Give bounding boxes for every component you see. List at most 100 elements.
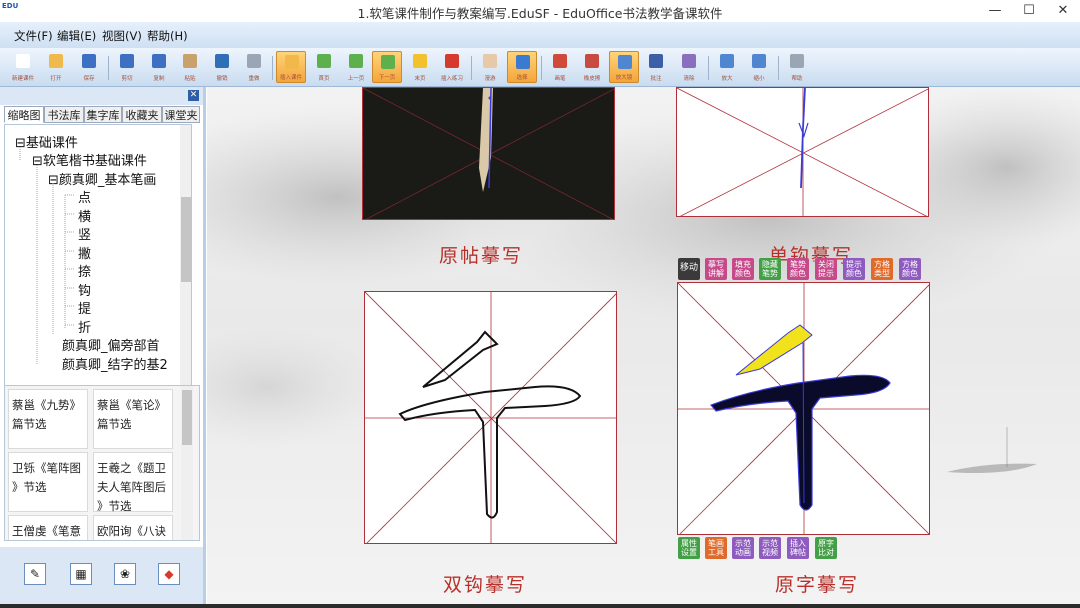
save-button[interactable]: 保存 (74, 51, 104, 83)
zoom-in-button[interactable]: 放大 (712, 51, 742, 83)
grid-color-button[interactable]: 方格颜色 (899, 258, 921, 280)
stamp-tool-button[interactable]: ❀ (114, 563, 136, 585)
tab-classroom[interactable]: 课堂夹 (162, 106, 200, 123)
card-line: 》节选 (97, 499, 132, 513)
tab-calligraphy-library[interactable]: 书法库 (44, 106, 84, 123)
hide-stroke-direction-button[interactable]: 隐藏笔势 (759, 258, 781, 280)
insert-folder-icon (285, 55, 299, 69)
card-item[interactable]: 欧阳询《八诀 (93, 515, 173, 540)
ink-wash-background (207, 87, 1080, 473)
scrollbar-thumb[interactable] (181, 197, 191, 282)
main-canvas[interactable]: 原帖摹写 单钩摹写 双钩摹写 原字摹写 移动 摹写讲解 填充颜色 隐藏笔势 笔势… (207, 87, 1080, 604)
tree-vertical-scrollbar[interactable] (180, 125, 191, 395)
caption-double-hook: 双钩摹写 (443, 574, 528, 596)
select-button[interactable]: 选择 (507, 51, 537, 83)
card-line: 王僧虔《笔意 (12, 524, 81, 538)
brush-button[interactable]: 画笔 (545, 51, 575, 83)
help-icon (790, 54, 804, 68)
maximize-button[interactable]: ☐ (1012, 0, 1046, 22)
tb-label: 橡皮擦 (583, 76, 601, 82)
insert-exercise-button[interactable]: 插入练习 (437, 51, 467, 83)
demo-animation-button[interactable]: 示范动画 (732, 537, 754, 559)
original-character-box[interactable] (677, 282, 930, 535)
properties-button[interactable]: 属性设置 (678, 537, 700, 559)
minimize-button[interactable]: — (978, 0, 1012, 22)
compare-original-button[interactable]: 原字比对 (815, 537, 837, 559)
help-button[interactable]: 帮助 (782, 51, 812, 83)
tb-label: 撤销 (216, 76, 228, 82)
tracing-explain-button[interactable]: 摹写讲解 (705, 258, 727, 280)
cards-vertical-scrollbar[interactable] (181, 386, 193, 540)
scrollbar-thumb[interactable] (182, 390, 192, 445)
redo-button[interactable]: 重做 (239, 51, 269, 83)
grid-tool-button[interactable]: ▦ (70, 563, 92, 585)
redo-icon (247, 54, 261, 68)
toolbar-divider (708, 56, 709, 80)
next-page-button[interactable]: 下一页 (372, 51, 402, 83)
clear-button[interactable]: 清除 (674, 51, 704, 83)
stroke-color-button[interactable]: 笔势颜色 (787, 258, 809, 280)
color-tool-button[interactable]: ◆ (158, 563, 180, 585)
hand-icon (483, 54, 497, 68)
tb-label: 帮助 (791, 76, 803, 82)
toolbar-divider (541, 56, 542, 80)
menu-bar: 文件(F) 编辑(E) 视图(V) 帮助(H) (0, 22, 1080, 48)
card-item[interactable]: 蔡邕《笔论》 篇节选 (93, 389, 173, 449)
hint-color-button[interactable]: 提示颜色 (843, 258, 865, 280)
folder-icon (49, 54, 63, 68)
close-hint-button[interactable]: 关闭提示 (815, 258, 837, 280)
eraser-button[interactable]: 橡皮擦 (577, 51, 607, 83)
single-hook-box[interactable] (676, 87, 929, 217)
card-item[interactable]: 蔡邕《九势》 篇节选 (8, 389, 88, 449)
menu-view[interactable]: 视图(V) (102, 28, 142, 44)
toolbar-divider (471, 56, 472, 80)
magnifier-button[interactable]: 放大镜 (609, 51, 639, 83)
pan-button[interactable]: 漫游 (475, 51, 505, 83)
card-item[interactable]: 王羲之《题卫 夫人笔阵图后 》节选 (93, 452, 173, 513)
fill-color-button[interactable]: 填充颜色 (732, 258, 754, 280)
open-button[interactable]: 打开 (41, 51, 71, 83)
close-button[interactable]: ✕ (1046, 0, 1080, 22)
copy-button[interactable]: 复制 (144, 51, 174, 83)
insert-rubbing-button[interactable]: 插入碑帖 (787, 537, 809, 559)
last-page-button[interactable]: 末页 (405, 51, 435, 83)
tb-label: 保存 (83, 76, 95, 82)
zoom-out-button[interactable]: 缩小 (744, 51, 774, 83)
cut-button[interactable]: 剪切 (112, 51, 142, 83)
tab-favorites[interactable]: 收藏夹 (122, 106, 162, 123)
close-icon[interactable]: ✕ (188, 90, 199, 101)
stroke-tool-button[interactable]: 笔画工具 (705, 537, 727, 559)
caption-original-copy: 原帖摹写 (439, 245, 524, 267)
original-rubbing-box[interactable] (362, 87, 615, 220)
main-toolbar: 新建课件 打开 保存 剪切 复制 粘贴 撤销 重做 插入课件 首页 上一页 下一… (0, 48, 1080, 87)
menu-edit[interactable]: 编辑(E) (57, 28, 96, 44)
card-line: 卫铄《笔阵图 (12, 461, 81, 475)
grid-type-button[interactable]: 方格类型 (871, 258, 893, 280)
undo-button[interactable]: 撤销 (207, 51, 237, 83)
sidebar: ✕ 缩略图 书法库 集字库 收藏夹 课堂夹 ⊟基础课件 ⊟软笔楷书基础课件 ⊟颜… (0, 87, 206, 604)
menu-help[interactable]: 帮助(H) (147, 28, 188, 44)
new-courseware-button[interactable]: 新建课件 (8, 51, 38, 83)
first-page-button[interactable]: 首页 (309, 51, 339, 83)
double-hook-box[interactable] (364, 291, 617, 544)
prev-page-button[interactable]: 上一页 (341, 51, 371, 83)
tb-label: 插入课件 (279, 75, 302, 81)
annotate-button[interactable]: 批注 (641, 51, 671, 83)
tb-label: 上一页 (347, 76, 365, 82)
move-button[interactable]: 移动 (678, 258, 700, 280)
tb-label: 放大镜 (615, 75, 633, 81)
card-line: 夫人笔阵图后 (97, 480, 166, 494)
grid-icon: ▦ (75, 567, 87, 581)
tb-label: 放大 (721, 76, 733, 82)
card-line: 》节选 (12, 480, 47, 494)
tab-character-library[interactable]: 集字库 (84, 106, 122, 123)
demo-video-button[interactable]: 示范视频 (759, 537, 781, 559)
card-item[interactable]: 王僧虔《笔意 (8, 515, 88, 540)
tree-lines (19, 147, 75, 365)
card-item[interactable]: 卫铄《笔阵图 》节选 (8, 452, 88, 512)
insert-courseware-button[interactable]: 插入课件 (276, 51, 306, 83)
paste-button[interactable]: 粘贴 (175, 51, 205, 83)
tab-thumbnails[interactable]: 缩略图 (4, 106, 44, 123)
menu-file[interactable]: 文件(F) (14, 28, 53, 44)
brush-tool-button[interactable]: ✎ (24, 563, 46, 585)
